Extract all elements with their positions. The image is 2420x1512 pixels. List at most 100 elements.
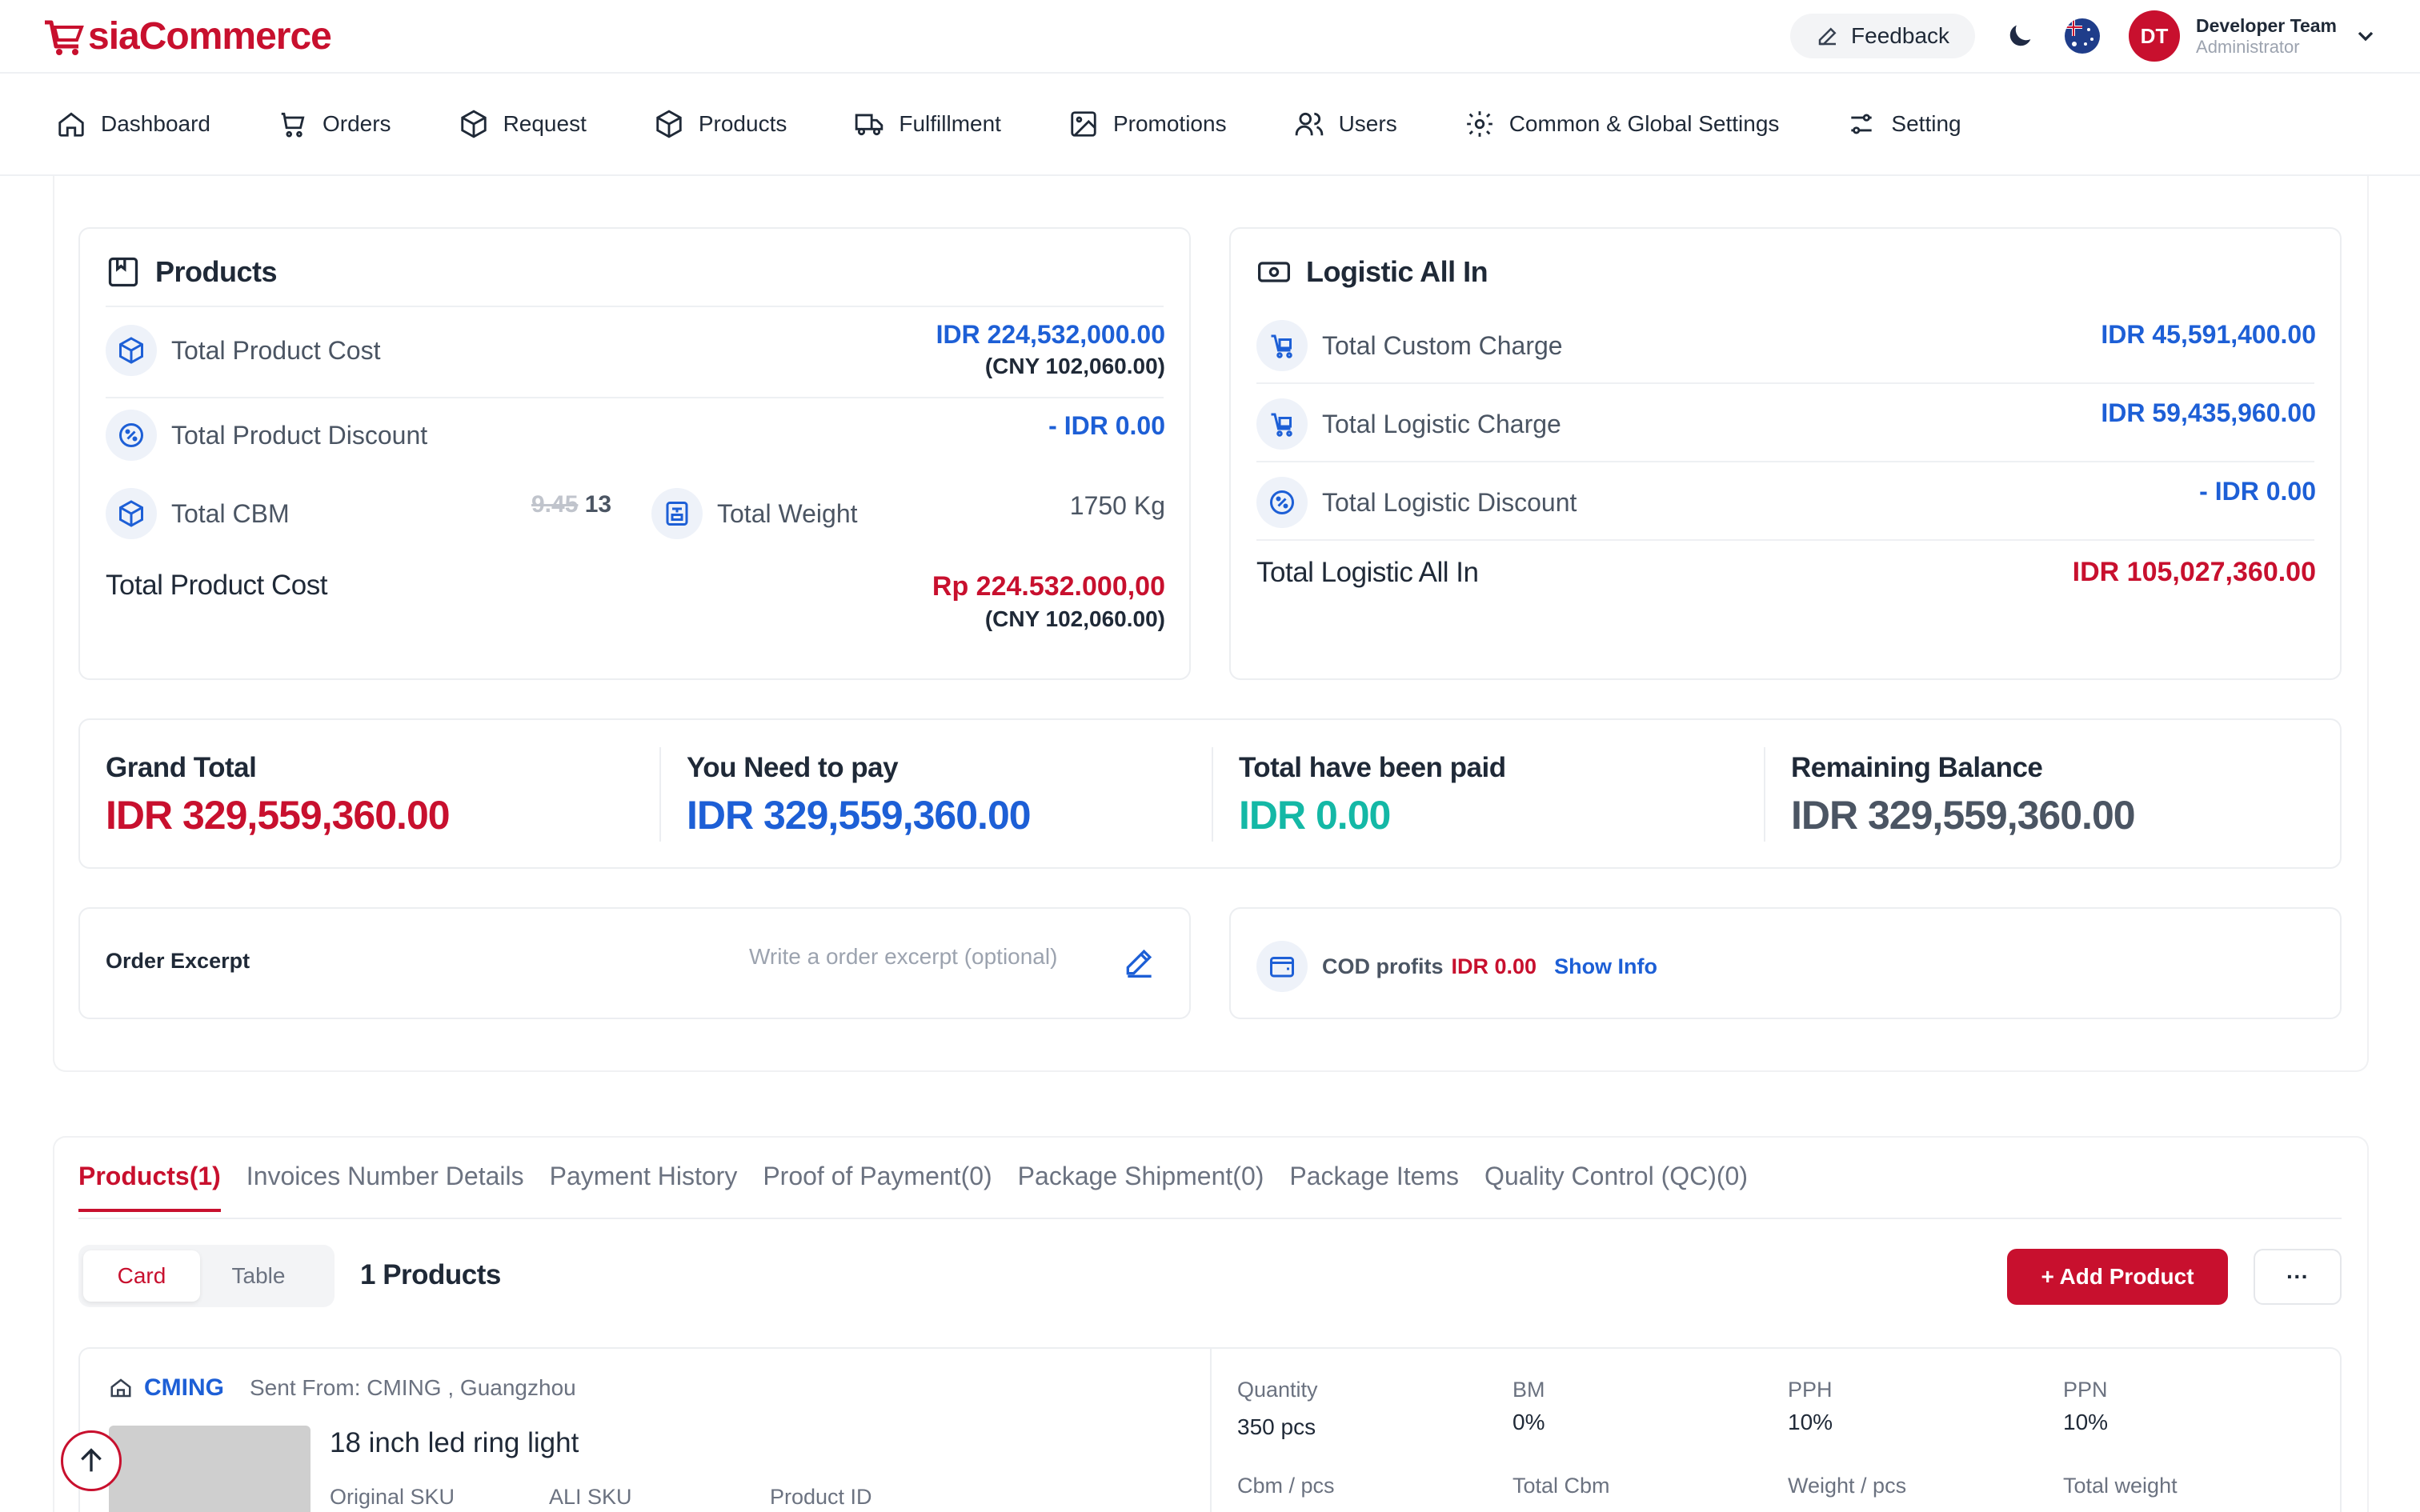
gear-icon bbox=[1466, 111, 1492, 137]
nav-label: Setting bbox=[1891, 111, 1961, 136]
remaining-value: IDR 329,559,360.00 bbox=[1791, 793, 2136, 838]
logistic-summary-label: Total Logistic All In bbox=[1256, 557, 1479, 588]
sliders-icon bbox=[1851, 114, 1873, 134]
paid-value: IDR 0.00 bbox=[1239, 793, 1391, 838]
divider bbox=[106, 397, 1164, 398]
need-to-pay-value: IDR 329,559,360.00 bbox=[687, 793, 1032, 838]
nav-item-fulfillment[interactable]: Fulfillment bbox=[854, 109, 1001, 139]
main-nav: Dashboard Orders Request Products Fulfil… bbox=[0, 74, 2420, 176]
trolley-icon bbox=[1256, 320, 1308, 371]
total-product-cost-row: Total Product Cost bbox=[106, 325, 380, 376]
spec-total-cbm-label: Total Cbm bbox=[1512, 1474, 1610, 1498]
table-view-button[interactable]: Table bbox=[200, 1250, 317, 1302]
spec-pph-label: PPH bbox=[1788, 1378, 1833, 1402]
spec-bm-label: BM bbox=[1512, 1378, 1545, 1402]
product-thumbnail bbox=[109, 1426, 311, 1512]
nav-item-dashboard[interactable]: Dashboard bbox=[56, 109, 210, 139]
chevron-down-icon bbox=[2358, 31, 2374, 42]
tab-invoices-number-details[interactable]: Invoices Number Details bbox=[246, 1162, 524, 1212]
add-product-button[interactable]: + Add Product bbox=[2007, 1249, 2228, 1305]
app-logo[interactable]: siaCommerce bbox=[42, 14, 332, 58]
card-view-button[interactable]: Card bbox=[83, 1250, 200, 1302]
scroll-to-top-button[interactable] bbox=[61, 1430, 122, 1491]
total-cbm-old: 9.45 bbox=[531, 491, 579, 518]
tab-quality-control[interactable]: Quality Control (QC)(0) bbox=[1484, 1162, 1748, 1212]
australia-flag-icon[interactable] bbox=[2065, 18, 2101, 54]
logistic-charge-value: IDR 59,435,960.00 bbox=[2101, 398, 2316, 427]
spec-bm-value: 0% bbox=[1512, 1410, 1545, 1434]
tab-package-shipment[interactable]: Package Shipment(0) bbox=[1018, 1162, 1264, 1212]
nav-label: Common & Global Settings bbox=[1508, 111, 1780, 136]
spec-quantity-label: Quantity bbox=[1237, 1378, 1318, 1402]
logo-text: siaCommerce bbox=[88, 14, 332, 58]
total-product-cost-cny: (CNY 102,060.00) bbox=[984, 354, 1165, 378]
logistic-panel-title: Logistic All In bbox=[1256, 254, 1488, 290]
supplier-name[interactable]: CMING bbox=[144, 1374, 224, 1402]
more-options-button[interactable]: ··· bbox=[2254, 1249, 2342, 1305]
nav-item-promotions[interactable]: Promotions bbox=[1068, 109, 1227, 139]
spec-ppn-label: PPN bbox=[2063, 1378, 2108, 1402]
total-product-cost-idr: IDR 224,532,000.00 bbox=[936, 320, 1165, 349]
spec-total-weight-label: Total weight bbox=[2063, 1474, 2178, 1498]
nav-item-products[interactable]: Products bbox=[654, 109, 787, 139]
nav-item-request[interactable]: Request bbox=[459, 109, 587, 139]
store-icon bbox=[110, 1378, 131, 1398]
cash-icon bbox=[1258, 262, 1290, 282]
logistic-charge-row: Total Logistic Charge bbox=[1256, 398, 1561, 450]
grand-total-label: Grand Total bbox=[106, 752, 257, 783]
tab-package-items[interactable]: Package Items bbox=[1289, 1162, 1459, 1212]
divider bbox=[106, 306, 1164, 307]
cod-label: COD profits bbox=[1322, 954, 1444, 978]
tab-payment-history[interactable]: Payment History bbox=[550, 1162, 738, 1212]
image-icon bbox=[1071, 111, 1096, 137]
scale-icon bbox=[651, 488, 703, 539]
paid-label: Total have been paid bbox=[1239, 752, 1506, 783]
total-product-discount-value: - IDR 0.00 bbox=[1048, 411, 1165, 440]
users-icon bbox=[1295, 112, 1323, 136]
feedback-button[interactable]: Feedback bbox=[1790, 14, 1976, 58]
product-count: 1 Products bbox=[360, 1259, 501, 1290]
nav-item-common-global-settings[interactable]: Common & Global Settings bbox=[1464, 109, 1780, 139]
product-title[interactable]: 18 inch led ring light bbox=[330, 1427, 579, 1459]
nav-item-setting[interactable]: Setting bbox=[1846, 109, 1961, 139]
nav-label: Products bbox=[698, 111, 787, 136]
moon-icon[interactable] bbox=[2004, 20, 2036, 52]
discount-badge-icon bbox=[106, 410, 157, 461]
sent-from: Sent From: CMING , Guangzhou bbox=[250, 1375, 576, 1400]
box-icon bbox=[106, 488, 157, 539]
order-excerpt-input[interactable]: Write a order excerpt (optional) bbox=[749, 944, 1057, 970]
spec-quantity-value: 350 pcs bbox=[1237, 1414, 1316, 1439]
nav-label: Orders bbox=[322, 111, 391, 136]
tab-proof-of-payment[interactable]: Proof of Payment(0) bbox=[763, 1162, 992, 1212]
avatar: DT bbox=[2129, 10, 2181, 62]
nav-item-orders[interactable]: Orders bbox=[278, 109, 391, 139]
total-weight-row: Total Weight bbox=[651, 488, 858, 539]
show-info-link[interactable]: Show Info bbox=[1554, 954, 1657, 979]
total-cbm-row: Total CBM bbox=[106, 488, 290, 539]
box-icon bbox=[460, 110, 487, 138]
edit-pencil-icon[interactable] bbox=[1122, 944, 1157, 979]
pencil-icon bbox=[1818, 27, 1837, 46]
spec-ppn-value: 10% bbox=[2063, 1410, 2109, 1434]
products-summary-label: Total Product Cost bbox=[106, 570, 327, 601]
divider bbox=[1256, 382, 2314, 384]
divider bbox=[1212, 747, 1213, 842]
logistic-panel bbox=[1229, 227, 2342, 680]
cod-row: COD profits IDR 0.00 Show Info bbox=[1256, 941, 1657, 992]
nav-label: Users bbox=[1338, 111, 1397, 136]
user-name: Developer Team bbox=[2196, 15, 2337, 37]
supplier-row: CMING Sent From: CMING , Guangzhou bbox=[109, 1374, 576, 1402]
products-panel-title: Products bbox=[106, 254, 278, 290]
user-menu[interactable]: DT Developer Team Administrator bbox=[2129, 10, 2378, 62]
box-icon bbox=[656, 110, 682, 138]
logistic-discount-value: - IDR 0.00 bbox=[2199, 477, 2316, 506]
divider bbox=[1210, 1349, 1212, 1512]
products-summary-cny: (CNY 102,060.00) bbox=[984, 606, 1165, 631]
discount-badge-icon bbox=[1256, 477, 1308, 528]
tabs-underline bbox=[78, 1218, 2342, 1219]
arrow-up-icon bbox=[81, 1448, 102, 1472]
nav-label: Fulfillment bbox=[899, 111, 1001, 136]
nav-item-users[interactable]: Users bbox=[1294, 109, 1397, 139]
tab-products[interactable]: Products(1) bbox=[78, 1162, 221, 1212]
truck-icon bbox=[855, 114, 883, 136]
